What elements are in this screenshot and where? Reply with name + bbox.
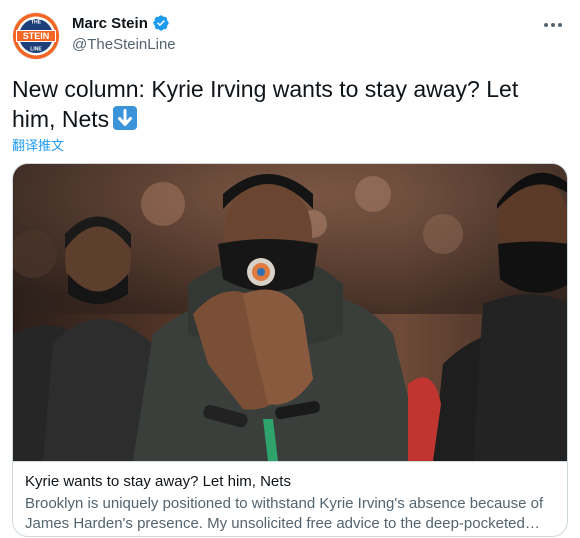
- tweet-text-content: New column: Kyrie Irving wants to stay a…: [12, 76, 519, 132]
- card-image[interactable]: [13, 164, 567, 461]
- card-meta[interactable]: Kyrie wants to stay away? Let him, Nets …: [13, 461, 567, 536]
- verified-badge-icon: [152, 14, 170, 32]
- more-options-icon[interactable]: [540, 14, 566, 36]
- avatar[interactable]: THE STEIN LINE: [12, 12, 60, 60]
- svg-text:STEIN: STEIN: [23, 31, 50, 41]
- card-description: Brooklyn is uniquely positioned to withs…: [25, 495, 544, 532]
- display-name[interactable]: Marc Stein: [72, 15, 148, 32]
- stein-line-logo: THE STEIN LINE: [13, 13, 59, 59]
- down-arrow-emoji-icon: [113, 106, 138, 130]
- svg-text:LINE: LINE: [30, 47, 42, 53]
- card-photo: [13, 164, 567, 461]
- tweet-article[interactable]: THE STEIN LINE Marc Stein @TheSteinLine …: [0, 0, 580, 538]
- card-title: Kyrie wants to stay away? Let him, Nets: [25, 473, 291, 490]
- name-row: Marc Stein: [72, 13, 176, 33]
- link-card[interactable]: Kyrie wants to stay away? Let him, Nets …: [12, 163, 568, 537]
- user-handle[interactable]: @TheSteinLine: [72, 36, 176, 53]
- tweet-text: New column: Kyrie Irving wants to stay a…: [12, 74, 568, 134]
- svg-text:THE: THE: [31, 20, 42, 26]
- translate-tweet-link[interactable]: 翻译推文: [12, 135, 64, 154]
- user-info: Marc Stein @TheSteinLine: [72, 13, 176, 54]
